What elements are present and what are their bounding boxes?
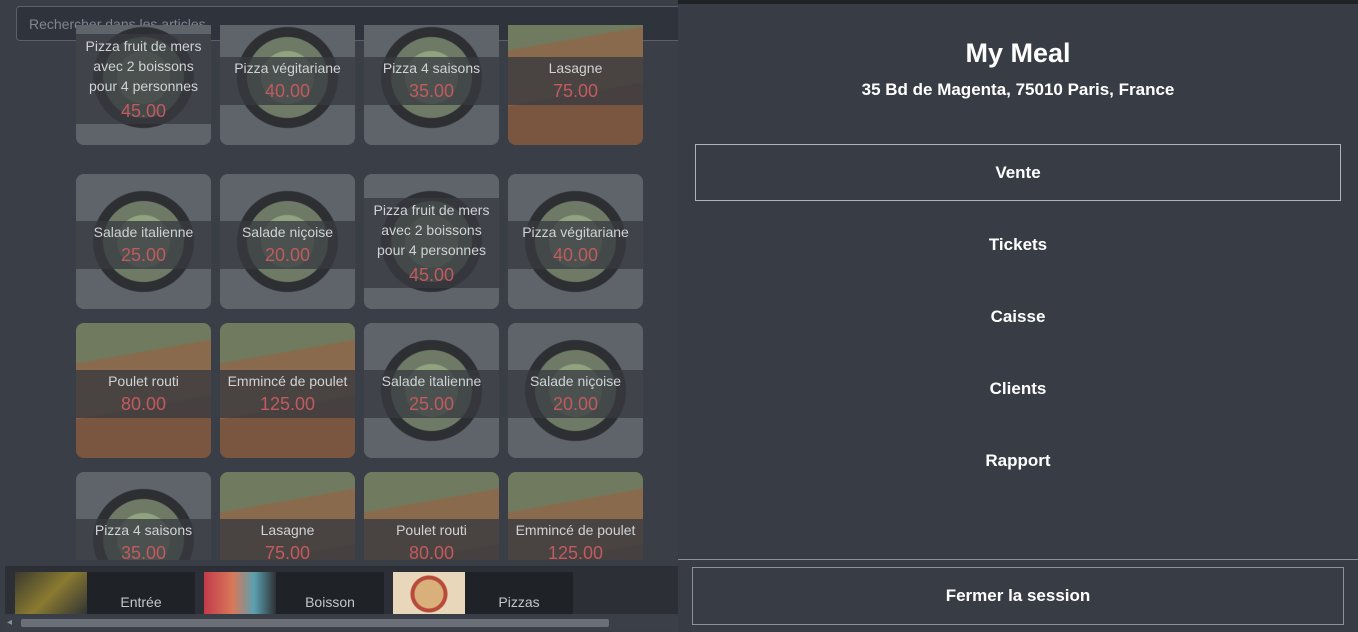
product-price: 25.00 bbox=[120, 245, 167, 265]
product-card[interactable]: Salade italienne 25.00 bbox=[76, 174, 211, 309]
product-name: Poulet routi bbox=[396, 522, 467, 538]
product-price: 125.00 bbox=[547, 543, 604, 560]
product-card[interactable]: Emmincé de poulet 125.00 bbox=[220, 323, 355, 458]
product-card[interactable]: Emmincé de poulet 125.00 bbox=[508, 472, 643, 560]
product-price: 80.00 bbox=[408, 543, 455, 560]
logout-button[interactable]: Fermer la session bbox=[692, 567, 1344, 625]
product-price: 45.00 bbox=[120, 101, 167, 121]
menu-item-clients[interactable]: Clients bbox=[695, 360, 1341, 417]
menu-item-vente[interactable]: Vente bbox=[695, 144, 1341, 201]
menu-item-tickets[interactable]: Tickets bbox=[695, 216, 1341, 273]
product-card[interactable]: Poulet routi 80.00 bbox=[76, 323, 211, 458]
product-name: Pizza végitariane bbox=[522, 224, 629, 240]
product-card[interactable]: Poulet routi 80.00 bbox=[364, 472, 499, 560]
product-name: Salade italienne bbox=[93, 224, 194, 240]
product-card[interactable]: Pizza fruit de mers avec 2 boissons pour… bbox=[76, 25, 211, 145]
category-scrollbar[interactable]: ◂ bbox=[5, 616, 678, 630]
scroll-left-icon[interactable]: ◂ bbox=[7, 617, 12, 628]
product-price: 45.00 bbox=[408, 265, 455, 285]
menu-item-rapport[interactable]: Rapport bbox=[695, 432, 1341, 489]
product-card[interactable]: Lasagne 75.00 bbox=[508, 25, 643, 145]
product-card[interactable]: Salade niçoise 20.00 bbox=[508, 323, 643, 458]
product-price: 80.00 bbox=[120, 394, 167, 414]
product-card[interactable]: Lasagne 75.00 bbox=[220, 472, 355, 560]
product-name: Pizza fruit de mers avec 2 boissons pour… bbox=[85, 38, 202, 94]
product-card[interactable]: Salade niçoise 20.00 bbox=[220, 174, 355, 309]
product-card[interactable]: Pizza végitariane 40.00 bbox=[508, 174, 643, 309]
store-name: My Meal bbox=[965, 38, 1071, 68]
product-card[interactable]: Pizza fruit de mers avec 2 boissons pour… bbox=[364, 174, 499, 309]
product-price: 25.00 bbox=[408, 394, 455, 414]
product-name: Salade niçoise bbox=[241, 224, 334, 240]
category-bar: Entrée Boisson Pizzas bbox=[5, 566, 678, 614]
product-name: Pizza 4 saisons bbox=[94, 522, 193, 538]
product-price: 125.00 bbox=[259, 394, 316, 414]
product-price: 35.00 bbox=[408, 81, 455, 101]
product-price: 20.00 bbox=[552, 394, 599, 414]
drinks-thumb bbox=[204, 572, 276, 614]
navigation-drawer: My Meal 35 Bd de Magenta, 75010 Paris, F… bbox=[678, 4, 1358, 632]
product-name: Lasagne bbox=[260, 522, 315, 538]
product-price: 75.00 bbox=[264, 543, 311, 560]
category-label: Entrée bbox=[120, 594, 162, 610]
product-name: Poulet routi bbox=[108, 373, 179, 389]
category-label: Pizzas bbox=[498, 594, 540, 610]
product-price: 20.00 bbox=[264, 245, 311, 265]
product-card[interactable]: Pizza végitariane 40.00 bbox=[220, 25, 355, 145]
category-label: Boisson bbox=[305, 594, 355, 610]
pizza-thumb bbox=[393, 572, 465, 614]
category-tile[interactable]: Boisson bbox=[204, 572, 384, 614]
product-name: Lasagne bbox=[548, 60, 603, 76]
product-card[interactable]: Salade italienne 25.00 bbox=[364, 323, 499, 458]
product-name: Pizza fruit de mers avec 2 boissons pour… bbox=[373, 202, 490, 258]
entree-thumb bbox=[15, 572, 87, 614]
category-tile[interactable]: Entrée bbox=[15, 572, 195, 614]
product-name: Salade italienne bbox=[381, 373, 482, 389]
product-card[interactable]: Pizza 4 saisons 35.00 bbox=[76, 472, 211, 560]
product-price: 40.00 bbox=[552, 245, 599, 265]
product-name: Salade niçoise bbox=[529, 373, 622, 389]
product-card[interactable]: Pizza 4 saisons 35.00 bbox=[364, 25, 499, 145]
pos-product-area: Pizza fruit de mers avec 2 boissons pour… bbox=[0, 0, 678, 632]
pos-app: Pizza fruit de mers avec 2 boissons pour… bbox=[0, 0, 1358, 632]
menu-item-caisse[interactable]: Caisse bbox=[695, 288, 1341, 345]
product-name: Pizza 4 saisons bbox=[382, 60, 481, 76]
product-grid: Pizza fruit de mers avec 2 boissons pour… bbox=[76, 25, 678, 560]
store-address: 35 Bd de Magenta, 75010 Paris, France bbox=[861, 80, 1175, 99]
category-tile[interactable]: Pizzas bbox=[393, 572, 573, 614]
product-price: 35.00 bbox=[120, 543, 167, 560]
product-name: Emmincé de poulet bbox=[227, 373, 348, 389]
product-price: 75.00 bbox=[552, 81, 599, 101]
scrollbar-thumb[interactable] bbox=[21, 619, 609, 627]
product-price: 40.00 bbox=[264, 81, 311, 101]
product-name: Pizza végitariane bbox=[234, 60, 341, 76]
divider bbox=[678, 559, 1358, 560]
product-name: Emmincé de poulet bbox=[515, 522, 636, 538]
